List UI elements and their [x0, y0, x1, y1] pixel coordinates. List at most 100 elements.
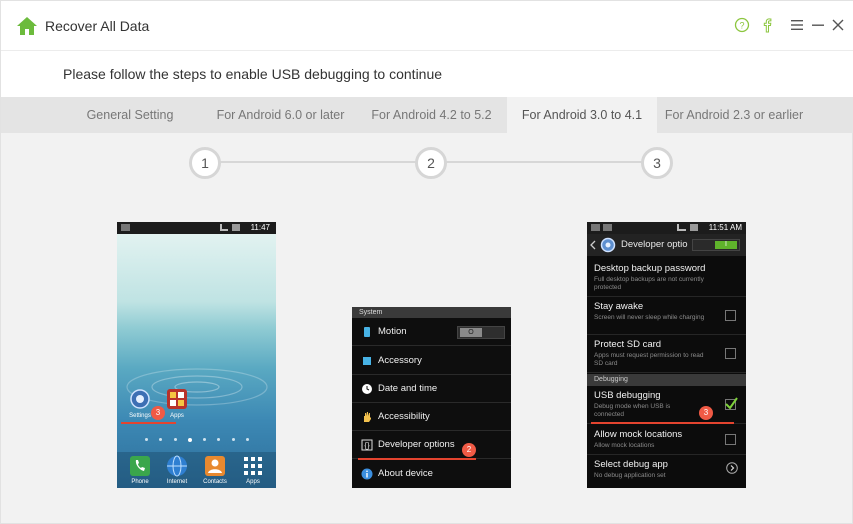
- clock-icon: [362, 384, 372, 394]
- developer-options-header: Developer optio I: [587, 234, 746, 256]
- app-window: Recover All Data ? Please follow the ste…: [0, 0, 853, 524]
- apps-grid-icon: [244, 457, 262, 475]
- notification-icons: [591, 224, 621, 231]
- question-circle-icon: ?: [734, 17, 750, 33]
- section-header: Debugging: [587, 374, 746, 386]
- step-indicator: 1 2 3: [1, 133, 853, 193]
- battery-icon: [232, 224, 240, 231]
- usb-debugging-checkbox[interactable]: [725, 397, 738, 410]
- status-bar: 11:51 AM: [587, 222, 746, 234]
- dev-row-title: Desktop backup password: [594, 263, 706, 274]
- tab-android-6[interactable]: For Android 6.0 or later: [209, 97, 352, 133]
- signal-icon: [220, 224, 228, 231]
- close-button[interactable]: [828, 15, 848, 35]
- page-indicator: [145, 438, 249, 442]
- stay-awake-checkbox[interactable]: [725, 310, 736, 321]
- protect-sd-checkbox[interactable]: [725, 348, 736, 359]
- settings-row-about-device[interactable]: About device: [352, 460, 511, 488]
- tab-general-setting[interactable]: General Setting: [61, 97, 199, 133]
- settings-row-label: Developer options: [378, 439, 455, 450]
- settings-row-motion[interactable]: Motion O: [352, 318, 511, 346]
- phone-icon: [130, 456, 150, 476]
- header-title: Developer optio: [621, 239, 688, 250]
- instruction-text: Please follow the steps to enable USB de…: [63, 66, 443, 82]
- step-3: 3: [641, 147, 673, 179]
- settings-row-label: Motion: [378, 326, 407, 337]
- settings-gear-icon: [600, 237, 616, 253]
- chevron-right-icon: [726, 462, 738, 474]
- apps-app[interactable]: Apps: [162, 388, 192, 422]
- settings-app[interactable]: Settings: [125, 388, 155, 422]
- dev-row-subtitle: Full desktop backups are not currently p…: [594, 276, 704, 291]
- accessory-icon: [363, 357, 371, 365]
- status-bar: 11:47: [117, 222, 276, 234]
- step-badge: 3: [699, 406, 713, 420]
- dock-label: Contacts: [203, 479, 227, 485]
- status-time: 11:47: [250, 223, 270, 232]
- wallpaper-ripples-icon: [126, 368, 268, 406]
- facebook-button[interactable]: [757, 15, 777, 35]
- dev-row-stay-awake[interactable]: Stay awake Screen will never sleep while…: [587, 297, 746, 335]
- step-1: 1: [189, 147, 221, 179]
- menu-button[interactable]: [787, 15, 807, 35]
- step-2: 2: [415, 147, 447, 179]
- dev-row-subtitle: Apps must request permission to read SD …: [594, 352, 704, 367]
- dev-row-select-debug-app[interactable]: Select debug app No debug application se…: [587, 455, 746, 488]
- step-badge: 3: [151, 406, 165, 420]
- notification-icon: [121, 224, 130, 231]
- dev-row-title: USB debugging: [594, 390, 661, 401]
- highlight-underline: [121, 422, 176, 424]
- minimize-button[interactable]: [808, 15, 828, 35]
- svg-text:?: ?: [739, 21, 744, 31]
- title-bar: Recover All Data ?: [1, 1, 853, 51]
- globe-icon: [167, 455, 187, 477]
- section-header: System: [352, 307, 511, 318]
- motion-toggle[interactable]: O: [457, 326, 505, 339]
- apps-label: Apps: [170, 413, 184, 419]
- battery-icon: [690, 224, 698, 231]
- help-button[interactable]: ?: [732, 15, 752, 35]
- contacts-icon: [205, 456, 225, 476]
- settings-row-date-time[interactable]: Date and time: [352, 375, 511, 403]
- phone-settings-list: System Motion O Accessory Date and time …: [352, 307, 511, 488]
- dev-row-title: Stay awake: [594, 301, 644, 312]
- settings-row-accessory[interactable]: Accessory: [352, 347, 511, 375]
- dev-row-title: Select debug app: [594, 459, 668, 470]
- settings-gear-icon: [130, 389, 150, 409]
- info-icon: [361, 468, 373, 480]
- highlight-underline: [591, 422, 734, 424]
- tab-android-2-3[interactable]: For Android 2.3 or earlier: [661, 97, 807, 133]
- dock-contacts[interactable]: Contacts: [201, 455, 229, 487]
- apps-icon: [167, 389, 187, 409]
- dev-row-protect-sd-card[interactable]: Protect SD card Apps must request permis…: [587, 335, 746, 373]
- status-time: 11:51 AM: [708, 223, 742, 232]
- dock-label: Internet: [166, 479, 188, 485]
- dock-apps[interactable]: Apps: [239, 455, 267, 487]
- phone-home-screen: 11:47 Settings Apps 3 Phone Internet Con…: [117, 222, 276, 488]
- dock-phone[interactable]: Phone: [126, 455, 154, 487]
- settings-row-accessibility[interactable]: Accessibility: [352, 403, 511, 431]
- step-connector: [445, 161, 643, 163]
- tab-android-3-0[interactable]: For Android 3.0 to 4.1: [507, 97, 657, 133]
- dev-row-subtitle: Screen will never sleep while charging: [594, 314, 705, 321]
- signal-icon: [677, 224, 686, 231]
- hamburger-menu-icon: [791, 20, 803, 30]
- app-title: Recover All Data: [45, 18, 150, 34]
- dev-row-desktop-backup-password[interactable]: Desktop backup password Full desktop bac…: [587, 259, 746, 297]
- android-version-tabs: General Setting For Android 6.0 or later…: [1, 97, 853, 133]
- dev-row-allow-mock-locations[interactable]: Allow mock locations Allow mock location…: [587, 425, 746, 455]
- dock-internet[interactable]: Internet: [163, 455, 191, 487]
- minimize-icon: [812, 24, 824, 26]
- dev-row-usb-debugging[interactable]: USB debugging Debug mode when USB is con…: [587, 386, 746, 424]
- settings-row-label: Date and time: [378, 383, 438, 394]
- motion-icon: [364, 327, 370, 337]
- step-connector: [219, 161, 417, 163]
- back-icon[interactable]: [590, 240, 596, 250]
- svg-text:{}: {}: [364, 441, 370, 450]
- dock-label: Apps: [246, 479, 260, 485]
- tab-android-4-2[interactable]: For Android 4.2 to 5.2: [361, 97, 502, 133]
- settings-row-label: About device: [378, 468, 433, 479]
- settings-row-developer-options[interactable]: {} Developer options: [352, 431, 511, 459]
- developer-options-toggle[interactable]: I: [692, 239, 740, 251]
- mock-locations-checkbox[interactable]: [725, 434, 736, 445]
